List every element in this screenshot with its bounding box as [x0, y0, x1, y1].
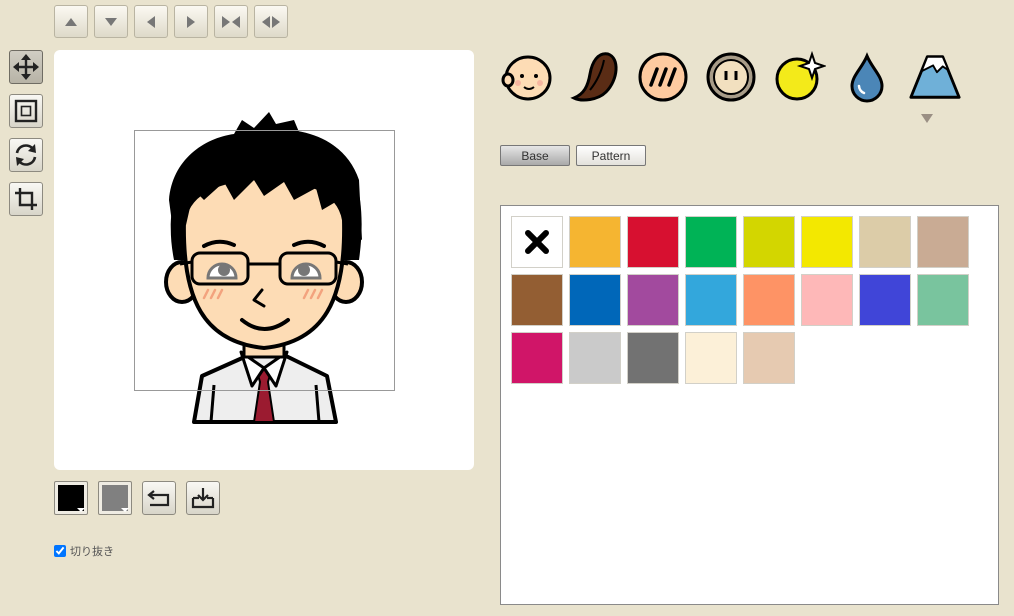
color-swatch[interactable]: [801, 274, 853, 326]
selected-category-caret-icon: [921, 114, 933, 123]
tab-base[interactable]: Base: [500, 145, 570, 166]
eyes-icon: [706, 52, 756, 102]
download-icon: [191, 488, 215, 509]
triangle-up-icon: [65, 17, 77, 26]
category-background[interactable]: [908, 50, 962, 104]
crop-checkbox[interactable]: [54, 545, 66, 557]
color-swatch[interactable]: [743, 332, 795, 384]
rotate-icon: [15, 144, 37, 166]
move-down-button[interactable]: [94, 5, 128, 38]
color-swatch[interactable]: [627, 216, 679, 268]
move-arrows-icon: [13, 54, 39, 80]
hair-icon: [570, 52, 618, 102]
undo-button[interactable]: [142, 481, 176, 515]
color-swatch[interactable]: [859, 274, 911, 326]
color-swatch[interactable]: [859, 216, 911, 268]
crop-icon: [15, 188, 37, 210]
dropdown-indicator-icon: [121, 508, 129, 512]
widen-icon: [262, 15, 280, 28]
category-eyes[interactable]: [704, 50, 758, 104]
color-swatch[interactable]: [685, 332, 737, 384]
sparkle-icon: [775, 50, 826, 101]
move-left-button[interactable]: [134, 5, 168, 38]
triangle-right-icon: [187, 15, 195, 28]
avatar-canvas[interactable]: [54, 50, 474, 470]
dropdown-indicator-icon: [77, 508, 85, 512]
color-swatch[interactable]: [743, 274, 795, 326]
widen-button[interactable]: [254, 5, 288, 38]
narrow-button[interactable]: [214, 5, 248, 38]
mountain-icon: [909, 55, 961, 99]
drop-icon: [850, 52, 884, 103]
background-color-button[interactable]: [98, 481, 132, 515]
color-swatch[interactable]: [917, 216, 969, 268]
color-swatch[interactable]: [511, 332, 563, 384]
category-face[interactable]: [500, 50, 554, 104]
color-panel: [500, 205, 999, 605]
rotate-tool[interactable]: [9, 138, 43, 172]
color-swatch[interactable]: [569, 216, 621, 268]
color-swatch[interactable]: [569, 332, 621, 384]
category-effect[interactable]: [772, 50, 826, 104]
baby-face-icon: [501, 55, 552, 101]
save-button[interactable]: [186, 481, 220, 515]
narrow-icon: [222, 15, 240, 28]
x-mark-icon: [525, 230, 549, 254]
category-blush[interactable]: [636, 50, 690, 104]
crop-option[interactable]: 切り抜き: [54, 543, 114, 559]
move-tool[interactable]: [9, 50, 43, 84]
tab-pattern[interactable]: Pattern: [576, 145, 646, 166]
crop-tool[interactable]: [9, 182, 43, 216]
no-color-swatch[interactable]: [511, 216, 563, 268]
color-tabs: Base Pattern: [500, 145, 646, 166]
arrange-toolbar: [54, 5, 288, 38]
color-swatch[interactable]: [627, 332, 679, 384]
tool-palette: [9, 50, 43, 216]
crop-frame[interactable]: [134, 130, 395, 391]
undo-icon: [147, 490, 170, 507]
color-swatch[interactable]: [511, 274, 563, 326]
triangle-down-icon: [105, 17, 117, 26]
scale-tool[interactable]: [9, 94, 43, 128]
triangle-left-icon: [147, 15, 155, 28]
color-swatch[interactable]: [569, 274, 621, 326]
move-up-button[interactable]: [54, 5, 88, 38]
color-swatch[interactable]: [801, 216, 853, 268]
blush-icon: [638, 52, 688, 102]
category-drop[interactable]: [840, 50, 894, 104]
color-swatch[interactable]: [685, 216, 737, 268]
color-swatch[interactable]: [743, 216, 795, 268]
color-swatch-grid: [511, 216, 969, 384]
color-swatch[interactable]: [627, 274, 679, 326]
part-category-bar: [500, 50, 962, 104]
scale-icon: [14, 99, 38, 123]
move-right-button[interactable]: [174, 5, 208, 38]
color-swatch[interactable]: [685, 274, 737, 326]
crop-label: 切り抜き: [70, 545, 114, 558]
bottom-controls: [54, 481, 220, 515]
foreground-color-button[interactable]: [54, 481, 88, 515]
color-swatch[interactable]: [917, 274, 969, 326]
category-hair[interactable]: [568, 50, 622, 104]
